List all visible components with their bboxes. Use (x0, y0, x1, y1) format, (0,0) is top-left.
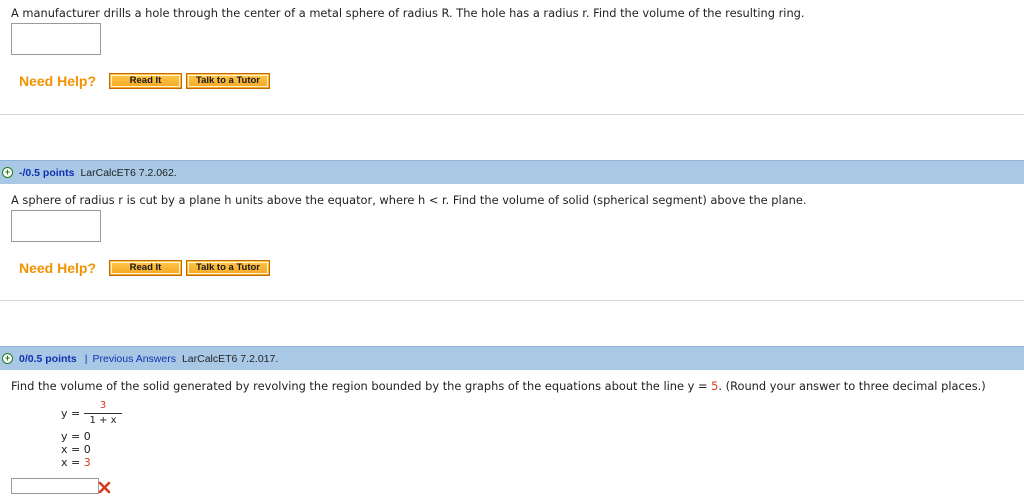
q1-read-it-label: Read It (111, 75, 180, 87)
eq4-lhs: x = (61, 456, 84, 469)
q3-pipe: | (84, 352, 88, 365)
separator (0, 114, 1024, 115)
q2-read-it-label: Read It (111, 262, 180, 274)
q2-header-bar: + -/0.5 points LarCalcET6 7.2.062. (0, 160, 1024, 184)
q3-text: Find the volume of the solid generated b… (11, 379, 986, 393)
q3-points: 0/0.5 points (19, 352, 77, 365)
eq1-lhs: y = (61, 407, 81, 420)
eq4-value: 3 (83, 456, 91, 469)
q2-answer-input[interactable] (11, 210, 101, 242)
q2-talk-tutor-button[interactable]: Talk to a Tutor (186, 260, 270, 276)
q1-text: A manufacturer drills a hole through the… (11, 6, 805, 20)
q2-need-help: Need Help? (19, 260, 97, 276)
separator (0, 300, 1024, 301)
q2-points: -/0.5 points (19, 166, 75, 179)
eq2: y = 0 (61, 430, 91, 443)
q3-answer-input[interactable] (11, 478, 99, 494)
q2-talk-tutor-label: Talk to a Tutor (188, 262, 268, 274)
expand-plus-icon[interactable]: + (2, 353, 13, 364)
eq1-fraction: 3 1 + x (84, 400, 122, 427)
eq3: x = 0 (61, 443, 91, 456)
q3-header-bar: + 0/0.5 points | Previous Answers LarCal… (0, 346, 1024, 370)
q3-previous-answers-link[interactable]: Previous Answers (93, 353, 176, 365)
q1-answer-input[interactable] (11, 23, 101, 55)
q1-read-it-button[interactable]: Read It (109, 73, 182, 89)
eq4: x = 3 (61, 456, 91, 469)
q2-read-it-button[interactable]: Read It (109, 260, 182, 276)
q1-need-help: Need Help? (19, 73, 97, 89)
x-mark-icon (98, 481, 111, 494)
q2-source: LarCalcET6 7.2.062. (80, 166, 177, 179)
q1-talk-tutor-label: Talk to a Tutor (188, 75, 268, 87)
expand-plus-icon[interactable]: + (2, 167, 13, 178)
eq1-numerator: 3 (99, 400, 107, 411)
q1-talk-tutor-button[interactable]: Talk to a Tutor (186, 73, 270, 89)
eq1-denominator: 1 + x (89, 415, 117, 426)
q3-text-before: Find the volume of the solid generated b… (11, 379, 712, 393)
q3-source: LarCalcET6 7.2.017. (181, 352, 279, 365)
q2-text: A sphere of radius r is cut by a plane h… (11, 193, 807, 207)
q3-text-after: . (Round your answer to three decimal pl… (718, 379, 986, 393)
fraction-bar (84, 413, 122, 414)
